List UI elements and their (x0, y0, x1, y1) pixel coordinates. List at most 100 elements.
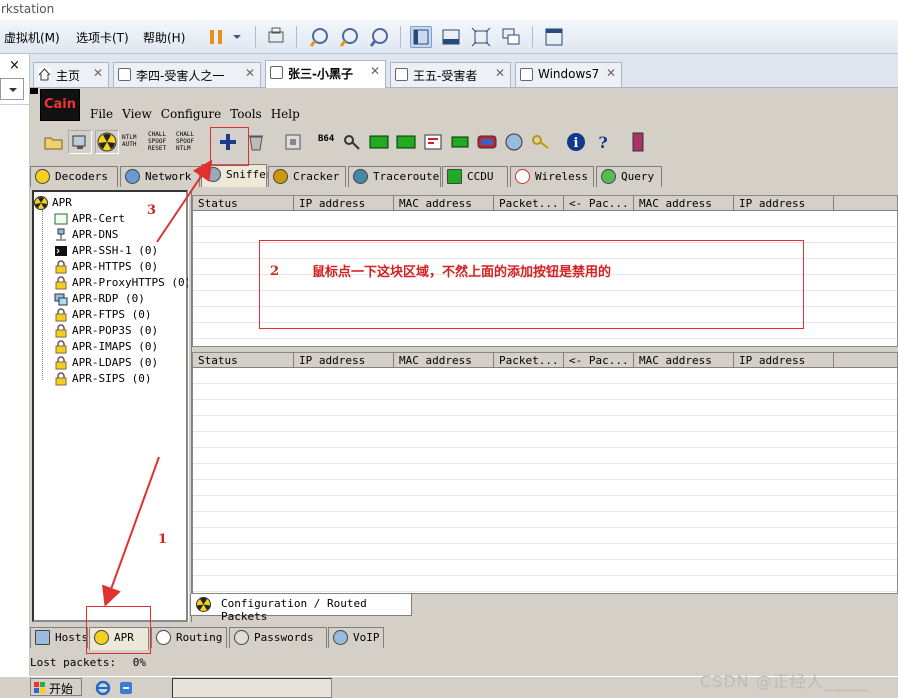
cisco-icon[interactable] (502, 130, 526, 154)
chall-spoof-ntlm-button[interactable]: CHALL SPOOF NTLM (176, 130, 200, 154)
tab-configuration-routed-packets[interactable]: Configuration / Routed Packets (190, 594, 412, 623)
tab-query[interactable]: Query (596, 166, 662, 187)
svg-text:i: i (574, 136, 579, 151)
column-header-status[interactable]: Status (193, 196, 294, 211)
send-keys-icon[interactable] (265, 26, 287, 48)
wireless-icon[interactable] (475, 130, 499, 154)
column-header-packets-back[interactable]: <- Pac... (564, 196, 634, 211)
tab-passwords[interactable]: Passwords (229, 627, 327, 648)
vm-icon (520, 68, 533, 81)
box-revealer-icon[interactable] (448, 130, 472, 154)
query-icon (601, 169, 616, 184)
network-icon (125, 169, 140, 184)
explorer-icon[interactable] (118, 680, 134, 699)
column-header-mac-address[interactable]: MAC address (394, 196, 494, 211)
help-question-icon[interactable]: ? (591, 130, 615, 154)
tab-cracker[interactable]: Cracker (268, 166, 346, 187)
tab-voip[interactable]: VoIP (328, 627, 384, 648)
tab-hosts[interactable]: Hosts (30, 627, 88, 648)
cain-top-tabs: Decoders Network Sniffer Cracker Tracero… (30, 164, 898, 188)
grid-rows[interactable] (193, 368, 897, 593)
taskbar-window-button[interactable] (172, 678, 332, 698)
close-icon[interactable]: ✕ (93, 66, 103, 80)
tab-home[interactable]: 主页 ✕ (33, 62, 109, 87)
unity-icon[interactable] (500, 26, 522, 48)
close-icon[interactable]: ✕ (245, 66, 255, 80)
menu-vm[interactable]: 虚拟机(M) (4, 29, 60, 46)
start-apr-icon[interactable] (95, 130, 119, 154)
close-icon[interactable]: ✕ (370, 64, 380, 78)
menu-view[interactable]: View (122, 107, 152, 121)
lock-icon (54, 276, 68, 290)
tab-zhangsan[interactable]: 张三-小黑子 ✕ (265, 60, 386, 88)
column-header-status[interactable]: Status (193, 353, 294, 368)
start-sniffer-icon[interactable] (68, 130, 92, 154)
base64-decoder-button[interactable]: B64 (314, 130, 338, 154)
menu-configure[interactable]: Configure (161, 107, 221, 121)
menu-tabs[interactable]: 选项卡(T) (76, 29, 129, 46)
tab-ccdu[interactable]: CCDU (442, 166, 508, 187)
fullscreen-icon[interactable] (470, 26, 492, 48)
windows-logo-icon (34, 682, 46, 697)
close-library-icon[interactable]: × (9, 58, 20, 73)
snapshot-revert-icon[interactable] (338, 26, 360, 48)
column-header-packets-back[interactable]: <- Pac... (564, 353, 634, 368)
view-quick-switch-icon[interactable] (440, 26, 462, 48)
access-decoder-icon[interactable] (421, 130, 445, 154)
chevron-down-icon[interactable] (230, 26, 244, 48)
start-button[interactable]: 开始 (30, 678, 82, 696)
menu-file[interactable]: File (90, 107, 113, 121)
sniffer-icon (206, 167, 221, 182)
vpn-decoder-icon[interactable] (394, 130, 418, 154)
highlight-grid-area (259, 240, 804, 329)
open-folder-icon[interactable] (42, 130, 66, 154)
vmware-tab-bar: 主页 ✕ 李四-受害人之一 ✕ 张三-小黑子 ✕ 王五-受害者 ✕ Windows7 ✕ (0, 54, 898, 88)
library-dropdown[interactable] (0, 78, 24, 100)
column-header-ip-address[interactable]: IP address (294, 196, 394, 211)
snapshot-take-icon[interactable] (308, 26, 330, 48)
tab-wangwu[interactable]: 王五-受害者 ✕ (390, 62, 511, 87)
view-console-icon[interactable] (410, 26, 432, 48)
lost-packets-value: 0% (132, 656, 146, 669)
column-header-mac-address-2[interactable]: MAC address (634, 196, 734, 211)
tab-lisi[interactable]: 李四-受害人之一 ✕ (113, 62, 261, 87)
network-adapter-icon[interactable] (281, 130, 305, 154)
tab-routing[interactable]: Routing (151, 627, 227, 648)
column-header-ip-address-2[interactable]: IP address (734, 196, 834, 211)
ntlm-auth-button[interactable]: NTLM AUTH (122, 130, 146, 154)
hash-calculator-icon[interactable] (367, 130, 391, 154)
column-header-packets[interactable]: Packet... (494, 196, 564, 211)
close-icon[interactable]: ✕ (495, 66, 505, 80)
tab-sniffer[interactable]: Sniffer (201, 164, 272, 187)
password-decoder-icon[interactable] (340, 130, 364, 154)
highlight-add-button (210, 127, 249, 166)
menu-help[interactable]: 帮助(H) (143, 29, 185, 46)
tab-wireless[interactable]: Wireless (510, 166, 594, 187)
info-icon[interactable]: i (564, 130, 588, 154)
system-menu-icon[interactable] (30, 88, 38, 94)
apr-hosts-grid-bottom[interactable]: Status IP address MAC address Packet... … (192, 352, 898, 594)
menu-tools[interactable]: Tools (230, 107, 262, 121)
column-header-packets[interactable]: Packet... (494, 353, 564, 368)
key-icon[interactable] (529, 130, 553, 154)
library-sidebar: × (0, 54, 30, 698)
column-header-ip-address-2[interactable]: IP address (734, 353, 834, 368)
snapshot-manager-icon[interactable] (368, 26, 390, 48)
watermark: CSDN @正经人_____ (700, 672, 869, 691)
pause-icon[interactable] (205, 26, 227, 48)
vmware-menubar: 虚拟机(M) 选项卡(T) 帮助(H) (0, 20, 898, 54)
exit-door-icon[interactable] (626, 130, 650, 154)
column-header-mac-address-2[interactable]: MAC address (634, 353, 734, 368)
tab-windows7[interactable]: Windows7 ✕ (515, 62, 622, 87)
ie-icon[interactable] (95, 680, 111, 699)
library-view-icon[interactable] (543, 26, 565, 48)
tab-decoders[interactable]: Decoders (30, 166, 118, 187)
apr-tree[interactable]: APR APR-Cert APR-DNS APR-SSH-1 (0) APR-H… (32, 190, 191, 622)
tab-traceroute[interactable]: Traceroute (348, 166, 441, 187)
tab-network[interactable]: Network (120, 166, 200, 187)
column-header-mac-address[interactable]: MAC address (394, 353, 494, 368)
chall-spoof-reset-button[interactable]: CHALL SPOOF RESET (148, 130, 172, 154)
menu-help[interactable]: Help (271, 107, 300, 121)
close-icon[interactable]: ✕ (606, 66, 616, 80)
column-header-ip-address[interactable]: IP address (294, 353, 394, 368)
